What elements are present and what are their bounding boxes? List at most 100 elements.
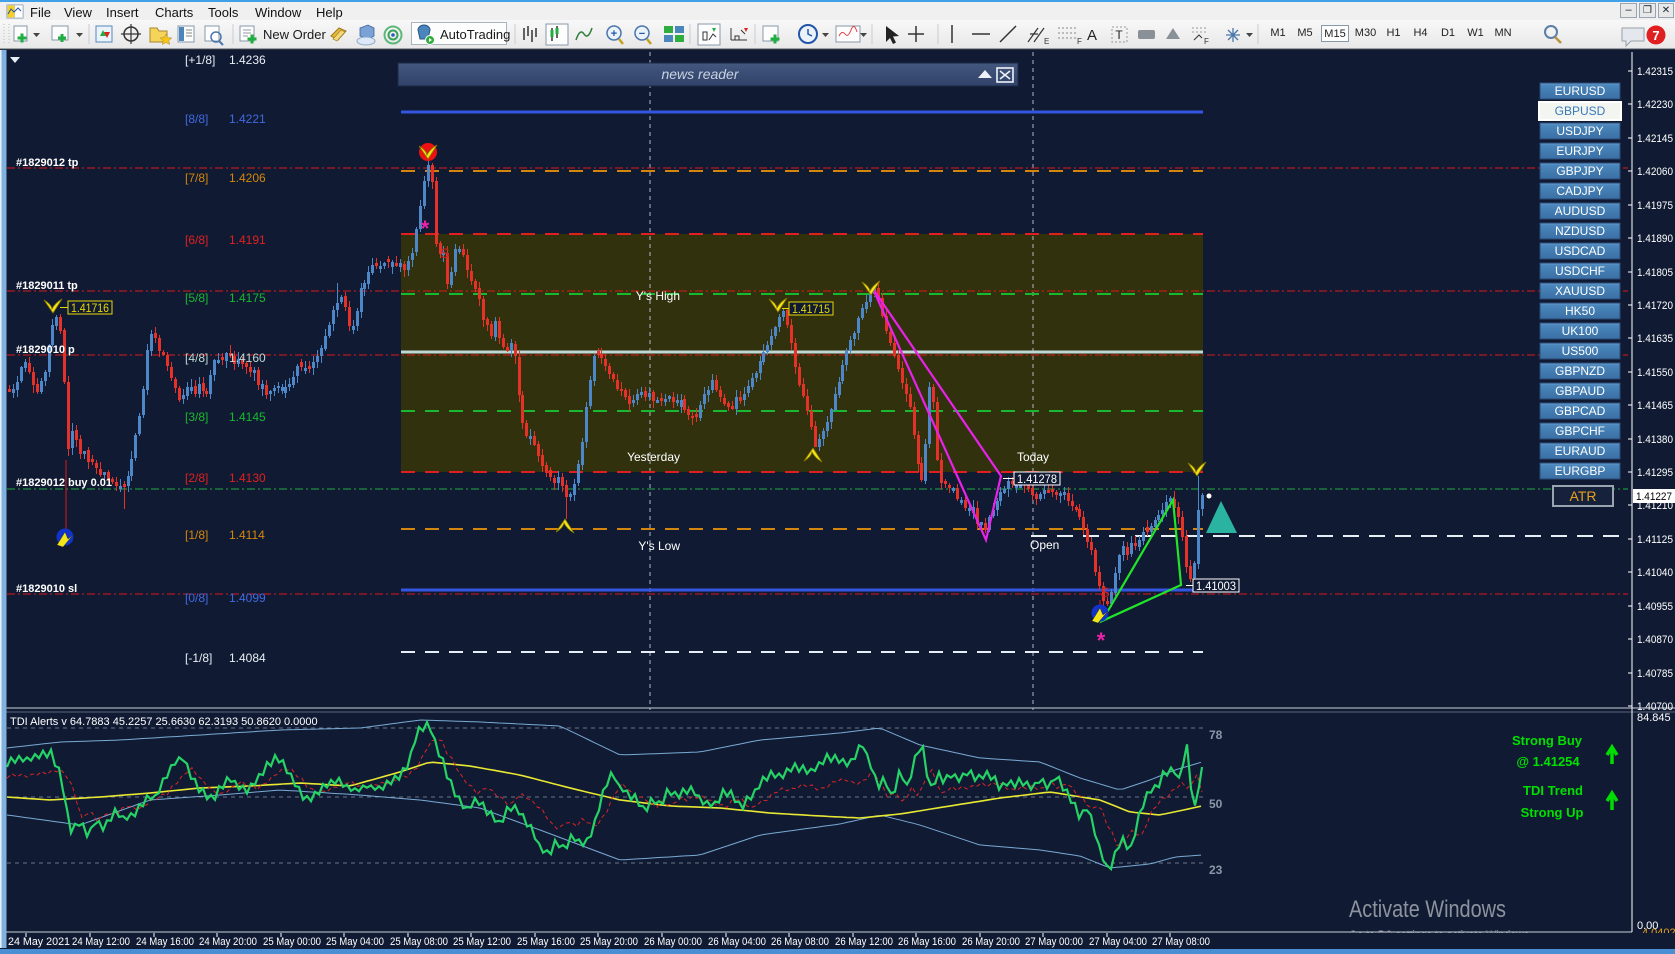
- svg-text:XAUUSD: XAUUSD: [1555, 284, 1605, 298]
- svg-text:#1829012 tp: #1829012 tp: [16, 157, 79, 169]
- svg-text:25 May 08:00: 25 May 08:00: [390, 936, 448, 948]
- svg-text:TDI Trend: TDI Trend: [1523, 783, 1583, 798]
- svg-text:[4/8]: [4/8]: [185, 351, 208, 365]
- svg-text:50: 50: [1209, 797, 1223, 811]
- svg-text:1.41715: 1.41715: [792, 302, 830, 316]
- svg-text:1.41465: 1.41465: [1637, 400, 1673, 412]
- svg-text:[1/8]: [1/8]: [185, 528, 208, 542]
- svg-text:Strong Buy: Strong Buy: [1512, 733, 1583, 748]
- svg-text:EURGBP: EURGBP: [1555, 464, 1606, 478]
- svg-text:78: 78: [1209, 728, 1223, 742]
- svg-text:UK100: UK100: [1562, 324, 1599, 338]
- svg-text:Today: Today: [1017, 450, 1049, 464]
- svg-text:1.4191: 1.4191: [229, 233, 266, 247]
- svg-text:25 May 16:00: 25 May 16:00: [517, 936, 575, 948]
- svg-text:TDI Alerts v 64.7883 45.2257 2: TDI Alerts v 64.7883 45.2257 25.6630 62.…: [10, 716, 318, 728]
- svg-text:GBPCHF: GBPCHF: [1555, 424, 1605, 438]
- svg-text:GBPCAD: GBPCAD: [1555, 404, 1606, 418]
- svg-text:24 May 20:00: 24 May 20:00: [199, 936, 257, 948]
- svg-text:*: *: [1097, 628, 1106, 653]
- svg-text:24 May 12:00: 24 May 12:00: [72, 936, 130, 948]
- svg-text:S: S: [1100, 584, 1109, 600]
- svg-text:1.41716: 1.41716: [71, 301, 109, 315]
- svg-text:24 May 16:00: 24 May 16:00: [136, 936, 194, 948]
- svg-text:1.4114: 1.4114: [229, 528, 265, 542]
- svg-text:27 May 08:00: 27 May 08:00: [1152, 936, 1210, 948]
- svg-text:1.40870: 1.40870: [1637, 634, 1673, 646]
- svg-text:1.42145: 1.42145: [1637, 133, 1673, 145]
- svg-text:26 May 08:00: 26 May 08:00: [771, 936, 829, 948]
- svg-text:1.41040: 1.41040: [1637, 567, 1673, 579]
- svg-text:1.4130: 1.4130: [229, 471, 266, 485]
- svg-text:Activate Windows: Activate Windows: [1349, 896, 1506, 923]
- svg-text:GBPJPY: GBPJPY: [1556, 164, 1603, 178]
- svg-text:AUDUSD: AUDUSD: [1555, 204, 1606, 218]
- svg-text:GBPUSD: GBPUSD: [1555, 104, 1606, 118]
- svg-text:#1829011 tp: #1829011 tp: [16, 280, 78, 292]
- svg-text:1.4175: 1.4175: [229, 291, 266, 305]
- svg-text:[2/8]: [2/8]: [185, 471, 208, 485]
- svg-text:EURAUD: EURAUD: [1555, 444, 1606, 458]
- svg-text:GBPAUD: GBPAUD: [1555, 384, 1605, 398]
- svg-text:@ 1.41254: @ 1.41254: [1516, 754, 1580, 769]
- svg-text:F: F: [1077, 37, 1082, 46]
- svg-text:1.41380: 1.41380: [1637, 434, 1673, 446]
- svg-text:1.41805: 1.41805: [1637, 267, 1673, 279]
- svg-text:[7/8]: [7/8]: [185, 171, 208, 185]
- svg-text:84.845: 84.845: [1637, 712, 1671, 724]
- svg-text:*: *: [421, 216, 430, 241]
- svg-text:[-1/8]: [-1/8]: [185, 651, 212, 665]
- svg-text:Yesterday: Yesterday: [627, 450, 680, 464]
- svg-text:1.41125: 1.41125: [1637, 534, 1673, 546]
- svg-text:+: +: [611, 28, 617, 40]
- svg-text:23: 23: [1209, 863, 1223, 877]
- svg-text:1.41635: 1.41635: [1637, 333, 1673, 345]
- svg-text:Open: Open: [1030, 538, 1059, 552]
- svg-text:NZDUSD: NZDUSD: [1555, 224, 1605, 238]
- svg-text:CADJPY: CADJPY: [1556, 184, 1603, 198]
- svg-text:1.4160: 1.4160: [229, 351, 266, 365]
- svg-text:1.41975: 1.41975: [1637, 200, 1673, 212]
- svg-text:7: 7: [1652, 28, 1659, 43]
- svg-text:US500: US500: [1562, 344, 1599, 358]
- svg-text:E: E: [1044, 37, 1049, 46]
- svg-text:1.42315: 1.42315: [1637, 66, 1673, 78]
- svg-text:1.4206: 1.4206: [229, 171, 266, 185]
- svg-text:S: S: [440, 245, 449, 261]
- svg-text:26 May 04:00: 26 May 04:00: [708, 936, 766, 948]
- svg-text:27 May 00:00: 27 May 00:00: [1025, 936, 1083, 948]
- svg-text:26 May 20:00: 26 May 20:00: [962, 936, 1020, 948]
- svg-text:[+1/8]: [+1/8]: [185, 53, 215, 67]
- svg-text:EURJPY: EURJPY: [1556, 144, 1603, 158]
- svg-text:Y's High: Y's High: [636, 289, 680, 303]
- svg-text:25 May 00:00: 25 May 00:00: [263, 936, 321, 948]
- svg-text:26 May 16:00: 26 May 16:00: [898, 936, 956, 948]
- svg-text:T: T: [1115, 28, 1123, 42]
- svg-text:1.4236: 1.4236: [229, 53, 266, 67]
- svg-text:USDCAD: USDCAD: [1555, 244, 1606, 258]
- svg-text:#1829012 buy 0.01: #1829012 buy 0.01: [16, 477, 112, 489]
- svg-text:25 May 12:00: 25 May 12:00: [453, 936, 511, 948]
- svg-text:USDCHF: USDCHF: [1555, 264, 1605, 278]
- svg-text:HK50: HK50: [1565, 304, 1595, 318]
- svg-text:1.4145: 1.4145: [229, 410, 266, 424]
- svg-text:26 May 00:00: 26 May 00:00: [644, 936, 702, 948]
- svg-text:26 May 12:00: 26 May 12:00: [835, 936, 893, 948]
- svg-text:1.41295: 1.41295: [1637, 467, 1673, 479]
- svg-text:1.42060: 1.42060: [1637, 166, 1673, 178]
- svg-text:1.4221: 1.4221: [229, 112, 266, 126]
- svg-text:ATR: ATR: [1570, 488, 1597, 504]
- svg-text:1.41278: 1.41278: [1017, 472, 1057, 486]
- svg-text:1.41227: 1.41227: [1636, 491, 1672, 503]
- svg-text:1.40785: 1.40785: [1637, 668, 1673, 680]
- svg-text:25 May 20:00: 25 May 20:00: [580, 936, 638, 948]
- svg-text:1.41890: 1.41890: [1637, 233, 1673, 245]
- svg-text:news reader: news reader: [661, 66, 739, 82]
- svg-text:25 May 04:00: 25 May 04:00: [326, 936, 384, 948]
- svg-text:GBPNZD: GBPNZD: [1555, 364, 1605, 378]
- svg-text:1.4099: 1.4099: [229, 591, 266, 605]
- svg-text:1.41720: 1.41720: [1637, 300, 1673, 312]
- svg-text:[3/8]: [3/8]: [185, 410, 208, 424]
- svg-text:1.40955: 1.40955: [1637, 601, 1673, 613]
- svg-text:#1829010 p: #1829010 p: [16, 344, 75, 356]
